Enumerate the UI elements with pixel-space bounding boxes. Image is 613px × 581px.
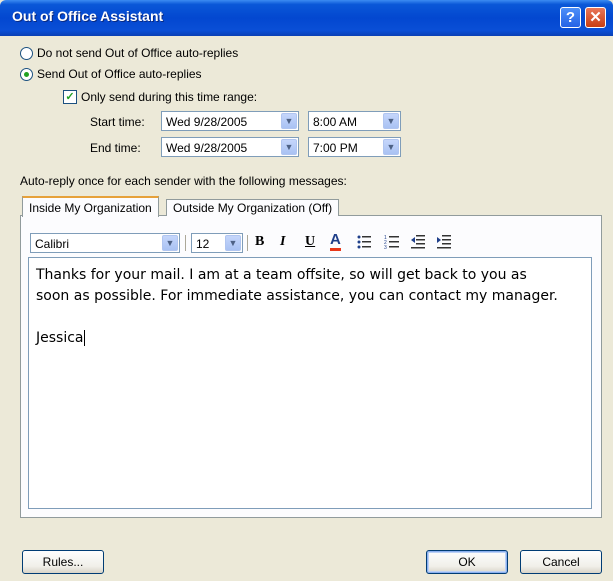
- decrease-indent-icon[interactable]: [410, 234, 426, 250]
- send-radio[interactable]: [20, 67, 33, 81]
- message-line: soon as possible. For immediate assistan…: [36, 288, 558, 304]
- rules-button[interactable]: Rules...: [22, 550, 104, 574]
- bullet-list-icon[interactable]: [356, 234, 372, 250]
- start-time-label: Start time:: [90, 115, 145, 129]
- bold-button[interactable]: B: [255, 234, 264, 250]
- increase-indent-icon[interactable]: [436, 234, 452, 250]
- no-send-label: Do not send Out of Office auto-replies: [37, 46, 239, 60]
- svg-text:3: 3: [384, 245, 387, 250]
- chevron-down-icon[interactable]: ▼: [281, 113, 297, 129]
- time-range-label: Only send during this time range:: [81, 90, 258, 104]
- chevron-down-icon[interactable]: ▼: [383, 139, 399, 155]
- font-color-button[interactable]: A: [330, 232, 341, 251]
- send-label: Send Out of Office auto-replies: [37, 67, 202, 81]
- end-time-select[interactable]: 7:00 PM ▼: [308, 137, 401, 157]
- time-range-checkbox[interactable]: ✓: [63, 90, 77, 104]
- signature-line: Jessica: [36, 328, 584, 349]
- message-editor[interactable]: Thanks for your mail. I am at a team off…: [28, 257, 592, 509]
- tab-outside-organization[interactable]: Outside My Organization (Off): [166, 199, 340, 216]
- chevron-down-icon[interactable]: ▼: [281, 139, 297, 155]
- font-value: Calibri: [35, 237, 70, 251]
- chevron-down-icon[interactable]: ▼: [162, 235, 178, 251]
- font-select[interactable]: Calibri ▼: [30, 233, 180, 253]
- text-cursor: [83, 330, 85, 346]
- toolbar-separator: [247, 235, 248, 251]
- start-date-select[interactable]: Wed 9/28/2005 ▼: [161, 111, 299, 131]
- tab-inside-organization[interactable]: Inside My Organization: [22, 196, 159, 217]
- send-option[interactable]: Send Out of Office auto-replies: [20, 67, 202, 81]
- close-button[interactable]: ✕: [585, 7, 606, 28]
- end-time-value: 7:00 PM: [313, 141, 358, 155]
- toolbar-separator: [185, 235, 186, 251]
- message-blank-line: [36, 307, 584, 328]
- chevron-down-icon[interactable]: ▼: [225, 235, 241, 251]
- time-range-option[interactable]: ✓ Only send during this time range:: [63, 90, 257, 104]
- end-date-value: Wed 9/28/2005: [166, 141, 248, 155]
- italic-button[interactable]: I: [280, 234, 285, 250]
- end-time-label: End time:: [90, 141, 141, 155]
- size-select[interactable]: 12 ▼: [191, 233, 243, 253]
- start-time-select[interactable]: 8:00 AM ▼: [308, 111, 401, 131]
- signature: Jessica: [36, 330, 84, 346]
- start-date-value: Wed 9/28/2005: [166, 115, 248, 129]
- underline-button[interactable]: U: [305, 234, 315, 250]
- title-bar[interactable]: Out of Office Assistant ? ✕: [0, 0, 613, 36]
- ok-button[interactable]: OK: [426, 550, 508, 574]
- cancel-button[interactable]: Cancel: [520, 550, 602, 574]
- no-send-option[interactable]: Do not send Out of Office auto-replies: [20, 46, 238, 60]
- chevron-down-icon[interactable]: ▼: [383, 113, 399, 129]
- numbered-list-icon[interactable]: 123: [384, 234, 400, 250]
- end-date-select[interactable]: Wed 9/28/2005 ▼: [161, 137, 299, 157]
- size-value: 12: [196, 237, 210, 251]
- no-send-radio[interactable]: [20, 46, 33, 60]
- start-time-value: 8:00 AM: [313, 115, 358, 129]
- messages-label: Auto-reply once for each sender with the…: [20, 174, 347, 188]
- window-title: Out of Office Assistant: [12, 8, 164, 24]
- message-line: Thanks for your mail. I am at a team off…: [36, 267, 527, 283]
- help-button[interactable]: ?: [560, 7, 581, 28]
